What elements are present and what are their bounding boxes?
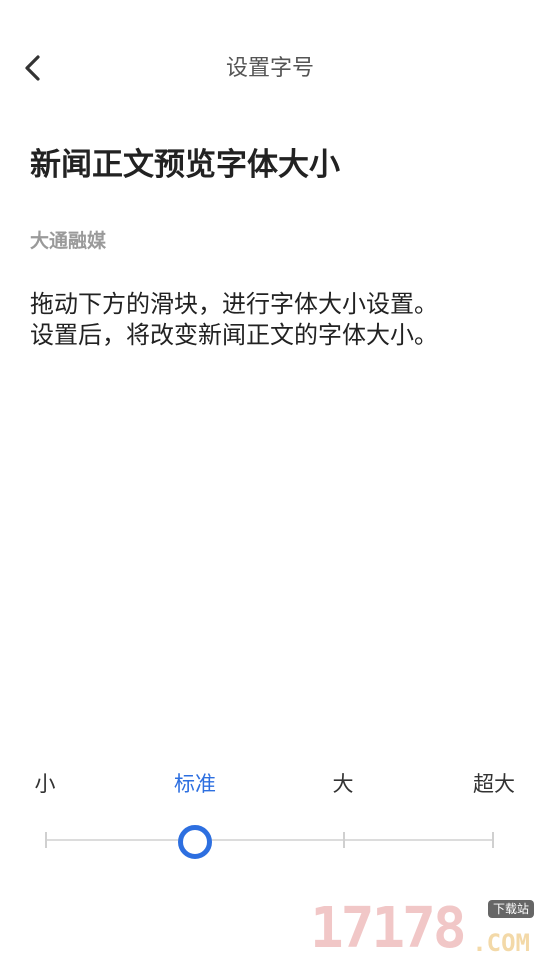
font-size-option-extra-large[interactable]: 超大 xyxy=(473,769,515,799)
slider-thumb[interactable] xyxy=(178,825,213,859)
font-size-slider[interactable] xyxy=(45,822,494,859)
watermark-logo: 17178 .COM 下载站 xyxy=(310,898,536,958)
slider-track xyxy=(46,839,494,841)
header-bar: 设置字号 xyxy=(0,0,540,138)
slider-tick xyxy=(45,832,47,848)
font-size-option-small[interactable]: 小 xyxy=(35,769,56,799)
page-title: 设置字号 xyxy=(225,56,314,81)
font-size-option-standard[interactable]: 标准 xyxy=(174,769,216,799)
preview-body-line: 拖动下方的滑块，进行字体大小设置。 xyxy=(30,290,438,318)
source-label: 大通融媒 xyxy=(30,230,107,252)
preview-body: 拖动下方的滑块，进行字体大小设置。 设置后，将改变新闻正文的字体大小。 xyxy=(30,289,520,351)
preview-title: 新闻正文预览字体大小 xyxy=(30,147,340,183)
watermark-domain: .COM xyxy=(472,929,530,957)
preview-body-line: 设置后，将改变新闻正文的字体大小。 xyxy=(30,321,438,349)
font-size-labels: 小 标准 大 超大 xyxy=(0,769,540,801)
slider-tick xyxy=(343,832,345,848)
watermark-number: 17178 xyxy=(310,896,467,961)
slider-tick xyxy=(492,832,494,848)
font-size-option-large[interactable]: 大 xyxy=(333,769,354,799)
watermark-badge: 下载站 xyxy=(487,900,534,918)
